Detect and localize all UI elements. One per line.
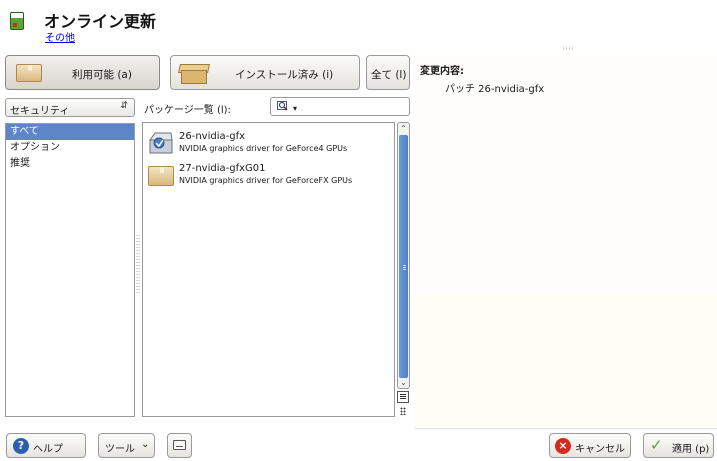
combo-arrows-icon: ⇵ (120, 101, 128, 111)
panel-top-grip[interactable] (563, 47, 575, 50)
search-dropdown-arrow-icon[interactable]: ▾ (293, 104, 297, 113)
window-icon (173, 440, 186, 450)
help-label: ヘルプ (33, 444, 63, 455)
tools-menu-button[interactable]: ツール ⌄ (98, 433, 155, 458)
package-list-scrollbar[interactable]: ⌃ ⌄ (397, 122, 410, 389)
help-icon: ? (13, 438, 29, 454)
package-box-icon (16, 64, 42, 82)
category-list: すべて オプション 推奨 (5, 123, 135, 417)
scrollbar-thumb[interactable] (399, 135, 408, 378)
resize-grip-icon[interactable] (400, 407, 406, 415)
pane-splitter[interactable] (136, 235, 140, 295)
cancel-icon: × (555, 438, 571, 454)
package-installed-icon (149, 132, 173, 154)
scroll-up-icon[interactable]: ⌃ (398, 123, 409, 134)
all-filter-button[interactable]: 全て (l) (366, 55, 410, 90)
installed-filter-button[interactable]: インストール済み (i) (170, 55, 360, 90)
list-view-toggle-icon[interactable] (397, 391, 409, 403)
bottom-separator (415, 428, 717, 429)
all-filter-label: 全て (l) (371, 69, 407, 81)
tools-label: ツール (105, 444, 135, 455)
details-text: パッチ 26-nvidia-gfx (445, 84, 545, 95)
available-filter-button[interactable]: 利用可能 (a) (5, 55, 160, 90)
filter-combo-value: セキュリティ (10, 106, 70, 117)
package-row[interactable]: 26-nvidia-gfx NVIDIA graphics driver for… (143, 127, 394, 155)
package-list: 26-nvidia-gfx NVIDIA graphics driver for… (142, 122, 395, 417)
package-description: NVIDIA graphics driver for GeForce4 GPUs (179, 144, 348, 153)
installed-filter-label: インストール済み (i) (235, 69, 334, 81)
search-icon[interactable] (277, 100, 290, 113)
check-icon: ✓ (650, 436, 663, 454)
scroll-down-icon[interactable]: ⌄ (398, 377, 409, 388)
package-name: 26-nvidia-gfx (179, 131, 246, 142)
package-row[interactable]: 27-nvidia-gfxG01 NVIDIA graphics driver … (143, 159, 394, 187)
search-input[interactable]: ▾ (270, 97, 410, 116)
details-title: 変更内容: (420, 66, 464, 77)
available-filter-label: 利用可能 (a) (72, 69, 132, 81)
details-toggle-button[interactable] (167, 433, 192, 458)
cancel-label: キャンセル (575, 444, 625, 455)
package-description: NVIDIA graphics driver for GeForceFX GPU… (179, 176, 353, 185)
package-box-icon (148, 166, 174, 186)
category-item-all[interactable]: すべて (6, 124, 134, 140)
chevron-down-icon: ⌄ (141, 439, 150, 450)
online-update-app-icon (10, 12, 24, 30)
cancel-button[interactable]: × キャンセル (549, 433, 631, 458)
scrollbar-grip (403, 265, 406, 271)
details-panel-lower (415, 295, 717, 425)
category-item-recommended[interactable]: 推奨 (6, 156, 134, 172)
filter-combo[interactable]: セキュリティ ⇵ (5, 98, 135, 117)
help-button[interactable]: ? ヘルプ (6, 433, 86, 458)
package-name: 27-nvidia-gfxG01 (179, 163, 266, 174)
category-item-optional[interactable]: オプション (6, 140, 134, 156)
apply-button[interactable]: ✓ 適用 (p) (643, 433, 714, 458)
package-open-icon (178, 64, 210, 84)
other-link[interactable]: その他 (45, 29, 75, 44)
package-list-label: パッケージ一覧 (l): (144, 105, 231, 116)
apply-label: 適用 (p) (672, 444, 710, 455)
